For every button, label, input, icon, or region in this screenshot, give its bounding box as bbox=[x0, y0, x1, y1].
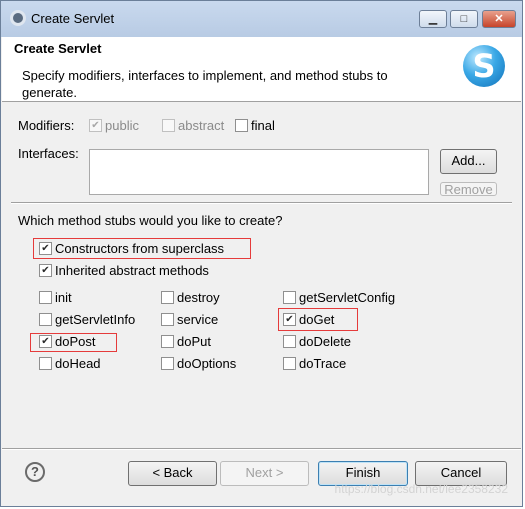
add-interface-button[interactable]: Add... bbox=[440, 149, 497, 174]
service-label: service bbox=[177, 312, 219, 327]
interfaces-label: Interfaces: bbox=[18, 146, 79, 161]
highlight-box bbox=[30, 333, 117, 352]
page-description: Specify modifiers, interfaces to impleme… bbox=[22, 68, 388, 100]
dohead-label: doHead bbox=[55, 356, 101, 371]
init-label: init bbox=[55, 290, 72, 305]
servlet-logo-icon: S bbox=[463, 45, 505, 87]
back-button[interactable]: < Back bbox=[128, 461, 217, 486]
dotrace-checkbox[interactable] bbox=[283, 357, 296, 370]
watermark: https://blog.csdn.net/lee2358232 bbox=[334, 482, 508, 496]
doput-label: doPut bbox=[177, 334, 211, 349]
destroy-checkbox[interactable] bbox=[161, 291, 174, 304]
wizard-header: Create Servlet Specify modifiers, interf… bbox=[2, 37, 521, 102]
service-checkbox[interactable] bbox=[161, 313, 174, 326]
public-label: public bbox=[105, 118, 139, 133]
abstract-checkbox[interactable] bbox=[162, 119, 175, 132]
eclipse-gear-icon bbox=[10, 10, 26, 26]
dodelete-label: doDelete bbox=[299, 334, 352, 349]
dooptions-label: doOptions bbox=[177, 356, 237, 371]
public-checkbox[interactable]: ✔ bbox=[89, 119, 102, 132]
getservletconfig-checkbox[interactable] bbox=[283, 291, 296, 304]
final-checkbox[interactable] bbox=[235, 119, 248, 132]
inherited-label: Inherited abstract methods bbox=[55, 263, 209, 278]
help-icon[interactable]: ? bbox=[25, 462, 45, 482]
final-label: final bbox=[251, 118, 275, 133]
dotrace-label: doTrace bbox=[299, 356, 347, 371]
separator bbox=[11, 202, 512, 204]
highlight-box bbox=[33, 238, 251, 259]
modifiers-label: Modifiers: bbox=[18, 118, 75, 133]
highlight-box bbox=[278, 308, 358, 331]
getservletconfig-label: getServletConfig bbox=[299, 290, 396, 305]
getservletinfo-checkbox[interactable] bbox=[39, 313, 52, 326]
title-bar: Create Servlet ▁ □ ✕ bbox=[1, 1, 522, 37]
maximize-button[interactable]: □ bbox=[450, 10, 478, 28]
stubs-question: Which method stubs would you like to cre… bbox=[18, 213, 283, 228]
create-servlet-dialog: Create Servlet ▁ □ ✕ Create Servlet Spec… bbox=[0, 0, 523, 507]
dohead-checkbox[interactable] bbox=[39, 357, 52, 370]
remove-interface-button[interactable]: Remove bbox=[440, 182, 497, 196]
doput-checkbox[interactable] bbox=[161, 335, 174, 348]
getservletinfo-label: getServletInfo bbox=[55, 312, 136, 327]
dodelete-checkbox[interactable] bbox=[283, 335, 296, 348]
inherited-checkbox[interactable]: ✔ bbox=[39, 264, 52, 277]
close-button[interactable]: ✕ bbox=[482, 10, 516, 28]
dooptions-checkbox[interactable] bbox=[161, 357, 174, 370]
minimize-button[interactable]: ▁ bbox=[419, 10, 447, 28]
next-button[interactable]: Next > bbox=[220, 461, 309, 486]
page-title: Create Servlet bbox=[14, 41, 102, 56]
window-title: Create Servlet bbox=[31, 11, 115, 26]
init-checkbox[interactable] bbox=[39, 291, 52, 304]
footer-separator bbox=[2, 448, 521, 450]
interfaces-list[interactable] bbox=[89, 149, 429, 195]
abstract-label: abstract bbox=[178, 118, 225, 133]
destroy-label: destroy bbox=[177, 290, 220, 305]
